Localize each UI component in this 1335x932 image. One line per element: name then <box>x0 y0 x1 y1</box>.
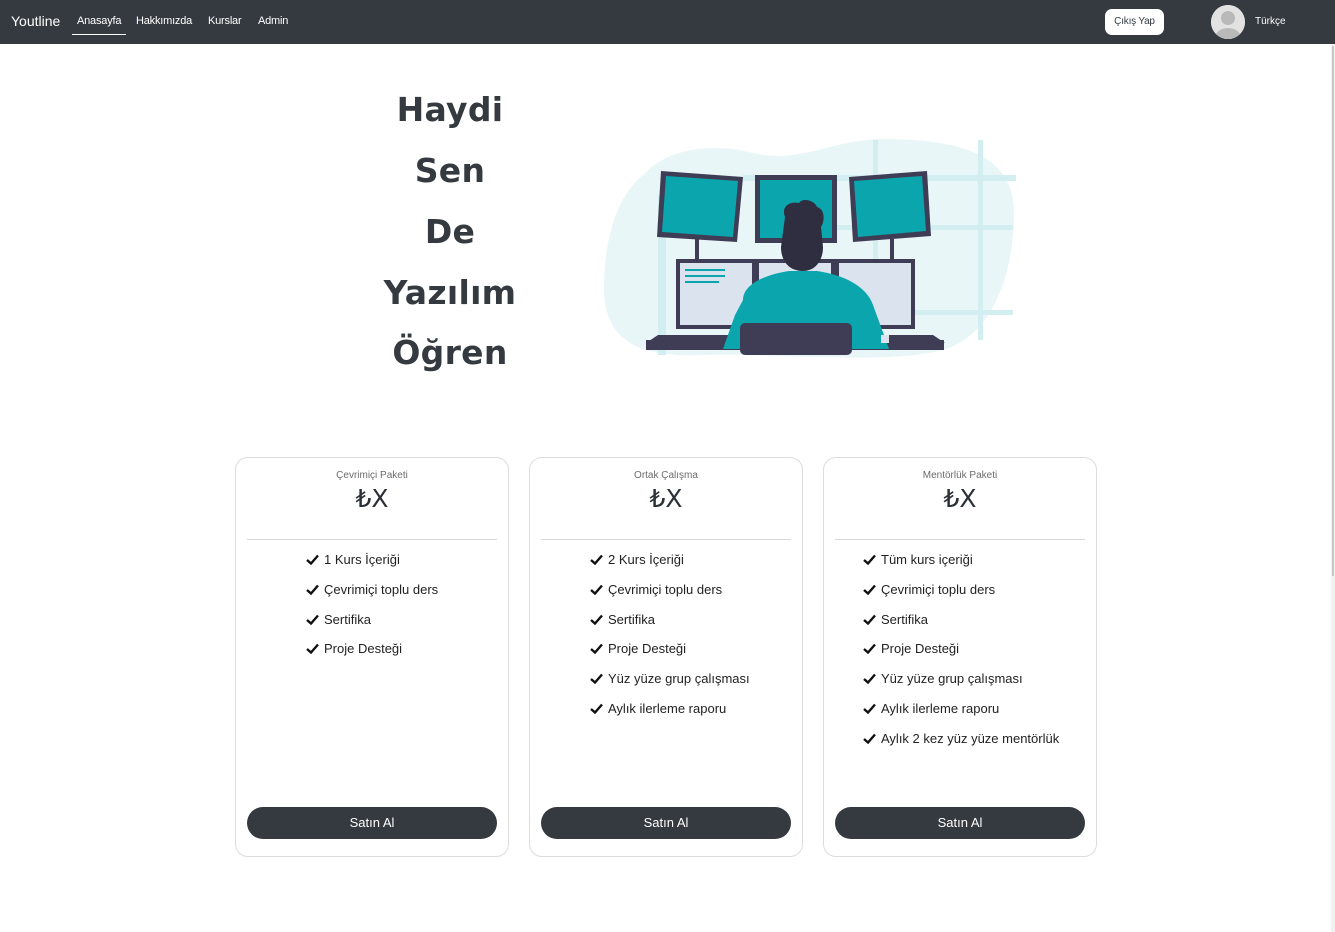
check-icon <box>863 703 876 714</box>
check-icon <box>306 584 319 595</box>
logout-button[interactable]: Çıkış Yap <box>1105 9 1164 35</box>
check-icon <box>863 733 876 744</box>
check-icon <box>590 703 603 714</box>
user-avatar-icon[interactable] <box>1211 5 1245 39</box>
check-icon <box>863 644 876 655</box>
check-icon <box>590 644 603 655</box>
language-selector[interactable]: Türkçe <box>1255 16 1286 27</box>
hero-word-5: Öğren <box>392 333 508 372</box>
card-divider <box>541 539 791 540</box>
card-divider <box>247 539 497 540</box>
nav-link-hakkimizda[interactable]: Hakkımızda <box>136 15 192 27</box>
check-icon <box>590 614 603 625</box>
pricing-card-mentorship: Mentörlük Paketi ₺X Tüm kurs içeriği Çev… <box>823 457 1097 857</box>
package-price: ₺X <box>649 484 683 513</box>
check-icon <box>590 584 603 595</box>
nav-link-kurslar[interactable]: Kurslar <box>208 15 242 27</box>
package-price: ₺X <box>355 484 389 513</box>
check-icon <box>306 614 319 625</box>
buy-button[interactable]: Satın Al <box>835 807 1085 839</box>
scrollbar-thumb[interactable] <box>1332 46 1334 576</box>
check-icon <box>863 614 876 625</box>
check-icon <box>863 584 876 595</box>
top-navbar: Youtline Anasayfa Hakkımızda Kurslar Adm… <box>0 0 1335 44</box>
pricing-card-online: Çevrimiçi Paketi ₺X 1 Kurs İçeriği Çevri… <box>235 457 509 857</box>
check-icon <box>306 554 319 565</box>
package-price: ₺X <box>943 484 977 513</box>
package-name: Ortak Çalışma <box>634 470 698 481</box>
brand-logo[interactable]: Youtline <box>11 13 60 29</box>
pricing-card-collaboration: Ortak Çalışma ₺X 2 Kurs İçeriği Çevrimiç… <box>529 457 803 857</box>
check-icon <box>863 554 876 565</box>
package-name: Mentörlük Paketi <box>922 470 998 481</box>
buy-button[interactable]: Satın Al <box>247 807 497 839</box>
buy-button[interactable]: Satın Al <box>541 807 791 839</box>
check-icon <box>590 673 603 685</box>
hero-word-2: Sen <box>414 151 486 190</box>
hero-word-4: Yazılım <box>383 273 517 312</box>
card-divider <box>835 539 1085 540</box>
nav-link-anasayfa[interactable]: Anasayfa <box>72 15 127 35</box>
nav-link-admin[interactable]: Admin <box>258 15 288 27</box>
check-icon <box>863 673 876 685</box>
check-icon <box>306 644 319 655</box>
check-icon <box>590 554 603 565</box>
hero-word-3: De <box>424 212 476 251</box>
user-silhouette-icon <box>1211 5 1245 39</box>
developer-at-monitors-illustration <box>603 138 1016 358</box>
package-name: Çevrimiçi Paketi <box>336 470 408 481</box>
hero-word-1: Haydi <box>396 90 504 129</box>
